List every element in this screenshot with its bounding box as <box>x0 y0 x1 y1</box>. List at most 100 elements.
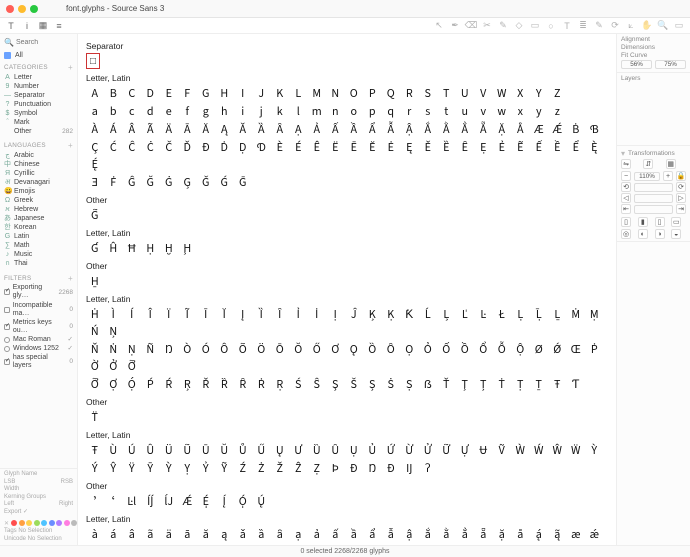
list-icon[interactable]: ≡ <box>54 21 64 31</box>
glyph-cell[interactable]: Ồ <box>456 341 474 358</box>
cursor-icon[interactable]: ↖ <box>434 21 444 31</box>
glyph-cell[interactable]: Ô <box>216 341 234 358</box>
glyph-cell[interactable]: H̱ <box>86 273 104 290</box>
color-swatch[interactable] <box>71 520 77 526</box>
glyph-cell[interactable]: Š <box>345 376 363 393</box>
glyph-cell[interactable]: ã <box>142 526 160 543</box>
glyph-cell[interactable]: å <box>512 526 530 543</box>
glyph-cell[interactable]: Ǿ <box>549 341 567 358</box>
glyph-cell[interactable]: Ť <box>438 376 456 393</box>
glyph-cell[interactable]: e <box>160 103 178 120</box>
glyph-cell[interactable]: Ḩ <box>179 240 197 257</box>
glyph-cell[interactable]: Ă <box>197 121 215 138</box>
glyph-cell[interactable]: Ģ <box>179 174 197 191</box>
transform-collapse-icon[interactable]: ▾ <box>621 149 625 158</box>
glyph-cell[interactable]: Ē <box>345 139 363 156</box>
glyph-cell[interactable]: Ȁ <box>253 121 271 138</box>
glyph-cell[interactable]: Ö <box>253 341 271 358</box>
glyph-cell[interactable]: ǎ <box>234 526 252 543</box>
glyph-cell[interactable]: Ŋ <box>160 341 178 358</box>
glyph-cell[interactable]: Į́ <box>216 493 234 510</box>
glyph-cell[interactable]: U <box>456 85 474 102</box>
glyph-cell[interactable]: Ṣ <box>401 376 419 393</box>
glyph-cell[interactable]: Ó̩ <box>234 493 252 510</box>
glyph-cell[interactable]: T̈ <box>86 409 104 426</box>
view-toggle-icon[interactable]: ▭ <box>674 21 684 31</box>
glyph-cell[interactable]: Ȑ <box>216 376 234 393</box>
glyph-cell[interactable]: Ȅ <box>438 139 456 156</box>
glyph-cell[interactable]: Ü <box>160 442 178 459</box>
glyph-cell[interactable]: Ṛ <box>271 376 289 393</box>
glyph-cell[interactable]: ẩ <box>364 526 382 543</box>
glyph-cell[interactable]: Œ <box>567 341 585 358</box>
glyph-cell[interactable]: Ẽ <box>512 139 530 156</box>
glyph-cell[interactable]: ą <box>216 526 234 543</box>
category-item[interactable]: —Separator <box>2 91 75 100</box>
glyph-cell[interactable]: Ẫ <box>382 121 400 138</box>
glyph-cell[interactable]: Ẓ <box>308 460 326 477</box>
glyph-cell[interactable]: Ộ <box>512 341 530 358</box>
glyph-cell[interactable]: Ǽ <box>179 493 197 510</box>
glyph-cell[interactable]: Ṗ <box>586 341 604 358</box>
glyph-cell[interactable]: ậ <box>401 526 419 543</box>
category-item[interactable]: $Symbol <box>2 109 75 118</box>
glyph-cell[interactable]: Ţ <box>456 376 474 393</box>
glyph-cell[interactable]: Ɓ <box>586 121 604 138</box>
grid-icon[interactable]: ▦ <box>38 21 48 31</box>
language-item[interactable]: ЯCyrillic <box>2 169 75 178</box>
glyph-cell[interactable]: Ắ <box>419 121 437 138</box>
glyph-cell[interactable]: x <box>512 103 530 120</box>
glyph-cell[interactable]: Ẻ <box>493 139 511 156</box>
align-top-icon[interactable]: ▭ <box>671 217 681 227</box>
glyph-cell[interactable]: Ṃ <box>586 306 604 323</box>
filter-item[interactable]: Metrics keys ou…0 <box>2 318 75 335</box>
glyph-cell[interactable]: Ł <box>493 306 511 323</box>
glyph-cell[interactable]: ą́ <box>530 526 548 543</box>
slant-field[interactable] <box>634 194 673 203</box>
glyph-cell[interactable]: Ử <box>419 442 437 459</box>
glyph-cell[interactable]: Ṙ <box>253 376 271 393</box>
glyph-cell[interactable]: ẳ <box>456 526 474 543</box>
glyph-cell[interactable]: Ố <box>438 341 456 358</box>
annotate-icon[interactable]: ✎ <box>594 21 604 31</box>
glyph-cell[interactable]: Ẳ <box>456 121 474 138</box>
color-swatch[interactable] <box>34 520 40 526</box>
glyph-cell[interactable]: Ổ <box>475 341 493 358</box>
glyph-cell[interactable]: Ư <box>290 442 308 459</box>
glyph-cell[interactable]: Ȏ <box>382 341 400 358</box>
glyph-cell[interactable]: ẫ <box>382 526 400 543</box>
glyph-cell[interactable]: s <box>419 103 437 120</box>
glyph-cell[interactable]: Ž <box>271 460 289 477</box>
language-item[interactable]: جArabic <box>2 151 75 160</box>
glyph-cell[interactable]: Ī <box>197 306 215 323</box>
glyph-cell[interactable]: Ŵ <box>549 442 567 459</box>
glyph-cell[interactable]: Ụ <box>345 442 363 459</box>
glyph-cell[interactable]: Ŕ <box>160 376 178 393</box>
rotate-field[interactable] <box>634 183 673 192</box>
glyph-cell[interactable]: Ì <box>105 306 123 323</box>
glyph-cell[interactable]: ặ <box>493 526 511 543</box>
glyph-cell[interactable]: H <box>216 85 234 102</box>
glyph-cell[interactable]: Ɗ <box>253 139 271 156</box>
align-center-icon[interactable]: ▮ <box>638 217 648 227</box>
glyph-cell[interactable]: j <box>253 103 271 120</box>
glyph-cell[interactable]: u <box>456 103 474 120</box>
glyph-cell[interactable]: v <box>475 103 493 120</box>
ruler-icon[interactable]: ≣ <box>578 21 588 31</box>
color-swatch[interactable] <box>11 520 17 526</box>
glyph-cell[interactable]: □ <box>86 53 100 69</box>
glyph-cell[interactable]: w <box>493 103 511 120</box>
glyph-cell[interactable]: Ġ <box>160 174 178 191</box>
glyph-cell[interactable]: Ở <box>105 358 123 375</box>
glyph-cell[interactable]: Ỉ <box>290 306 308 323</box>
glyph-cell[interactable]: Ḣ <box>86 306 104 323</box>
glyph-cell[interactable]: I <box>234 85 252 102</box>
glyph-cell[interactable]: Â <box>123 121 141 138</box>
glyph-cell[interactable]: Ŝ <box>308 376 326 393</box>
glyph-cell[interactable]: Ĥ <box>105 240 123 257</box>
glyph-cell[interactable]: Ạ <box>290 121 308 138</box>
filter-item[interactable]: Exporting gly…2268 <box>2 284 75 301</box>
glyph-cell[interactable]: İ <box>308 306 326 323</box>
move-field[interactable] <box>634 205 673 214</box>
glyph-cell[interactable]: Ũ <box>179 442 197 459</box>
